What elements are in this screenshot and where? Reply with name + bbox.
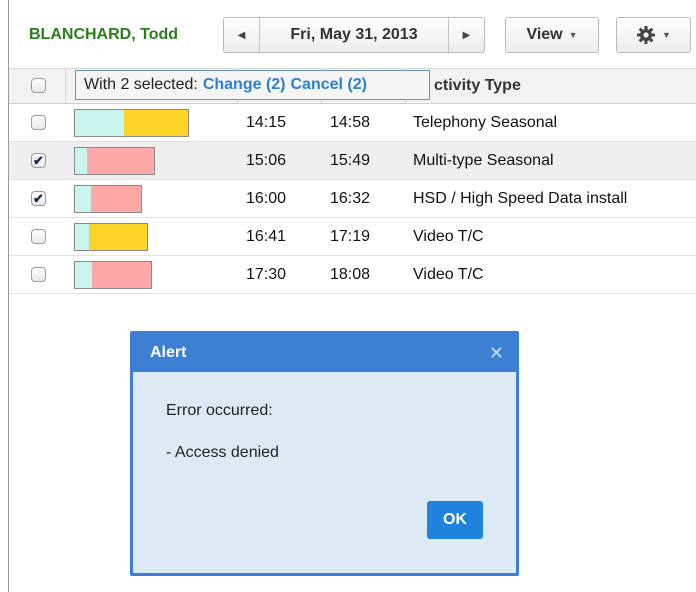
view-label: View	[526, 26, 563, 43]
alert-message-line: - Access denied	[166, 444, 279, 461]
status-bar	[74, 108, 189, 137]
chevron-down-icon: ▼	[568, 30, 578, 40]
row-checkbox[interactable]	[31, 228, 46, 244]
activity-type: Video T/C	[413, 227, 484, 245]
toolbar: BLANCHARD, Todd ◀ Fri, May 31, 2013 ▶ Vi…	[9, 0, 696, 68]
alert-body: Error occurred: - Access denied	[133, 372, 516, 462]
triangle-right-icon: ▶	[462, 29, 471, 41]
chevron-down-icon: ▼	[662, 30, 671, 40]
date-navigator: ◀ Fri, May 31, 2013 ▶	[223, 17, 485, 53]
alert-message-line: Error occurred:	[166, 402, 273, 419]
activity-type: HSD / High Speed Data install	[413, 189, 628, 207]
start-time: 14:15	[246, 113, 287, 131]
table-row[interactable]: 14:15 14:58 Telephony Seasonal	[9, 104, 696, 142]
alert-dialog: Alert ✕ Error occurred: - Access denied …	[130, 331, 519, 576]
selection-popup: With 2 selected: Change (2) Cancel (2)	[75, 70, 430, 100]
alert-title: Alert	[150, 344, 187, 361]
status-bar	[74, 184, 142, 213]
table-row[interactable]: ✔ 15:06 15:49 Multi-type Seasonal	[9, 142, 696, 180]
alert-title-bar: Alert ✕	[133, 334, 516, 372]
change-selected-link[interactable]: Change (2)	[203, 76, 286, 94]
row-checkbox[interactable]	[31, 266, 46, 282]
end-time: 16:32	[330, 189, 371, 207]
selection-count-label: With 2 selected:	[84, 76, 198, 93]
table-row[interactable]: ✔ 16:00 16:32 HSD / High Speed Data inst…	[9, 180, 696, 218]
table-row[interactable]: 16:41 17:19 Video T/C	[9, 218, 696, 256]
technician-name: BLANCHARD, Todd	[29, 26, 179, 43]
activity-type: Telephony Seasonal	[413, 113, 558, 131]
start-time: 16:00	[246, 189, 287, 207]
activity-table: ctivity Type 14:15 14:58 Telephony Seaso…	[9, 68, 696, 294]
triangle-left-icon: ◀	[237, 29, 246, 41]
status-bar	[74, 146, 155, 175]
cancel-selected-link[interactable]: Cancel (2)	[291, 76, 367, 94]
current-date[interactable]: Fri, May 31, 2013	[260, 18, 448, 52]
column-header-activity-type[interactable]: ctivity Type	[434, 77, 521, 95]
start-time: 15:06	[246, 151, 287, 169]
ok-button[interactable]: OK	[427, 501, 483, 539]
gear-icon	[636, 25, 656, 45]
close-icon[interactable]: ✕	[489, 343, 504, 364]
app-frame: BLANCHARD, Todd ◀ Fri, May 31, 2013 ▶ Vi…	[8, 0, 696, 592]
settings-button[interactable]: ▼	[616, 17, 691, 53]
end-time: 14:58	[330, 113, 371, 131]
activity-type: Multi-type Seasonal	[413, 151, 554, 169]
end-time: 17:19	[330, 227, 371, 245]
select-all-checkbox[interactable]	[31, 78, 46, 93]
status-bar	[74, 222, 148, 251]
status-bar	[74, 260, 152, 289]
table-row[interactable]: 17:30 18:08 Video T/C	[9, 256, 696, 294]
row-checkbox[interactable]: ✔	[31, 152, 46, 168]
row-checkbox[interactable]: ✔	[31, 190, 46, 206]
column-divider	[65, 69, 66, 103]
end-time: 15:49	[330, 151, 371, 169]
start-time: 17:30	[246, 265, 287, 283]
row-checkbox[interactable]	[31, 114, 46, 130]
activity-type: Video T/C	[413, 265, 484, 283]
view-button[interactable]: View ▼	[505, 17, 599, 53]
end-time: 18:08	[330, 265, 371, 283]
next-day-button[interactable]: ▶	[448, 18, 484, 52]
previous-day-button[interactable]: ◀	[224, 18, 260, 52]
start-time: 16:41	[246, 227, 287, 245]
